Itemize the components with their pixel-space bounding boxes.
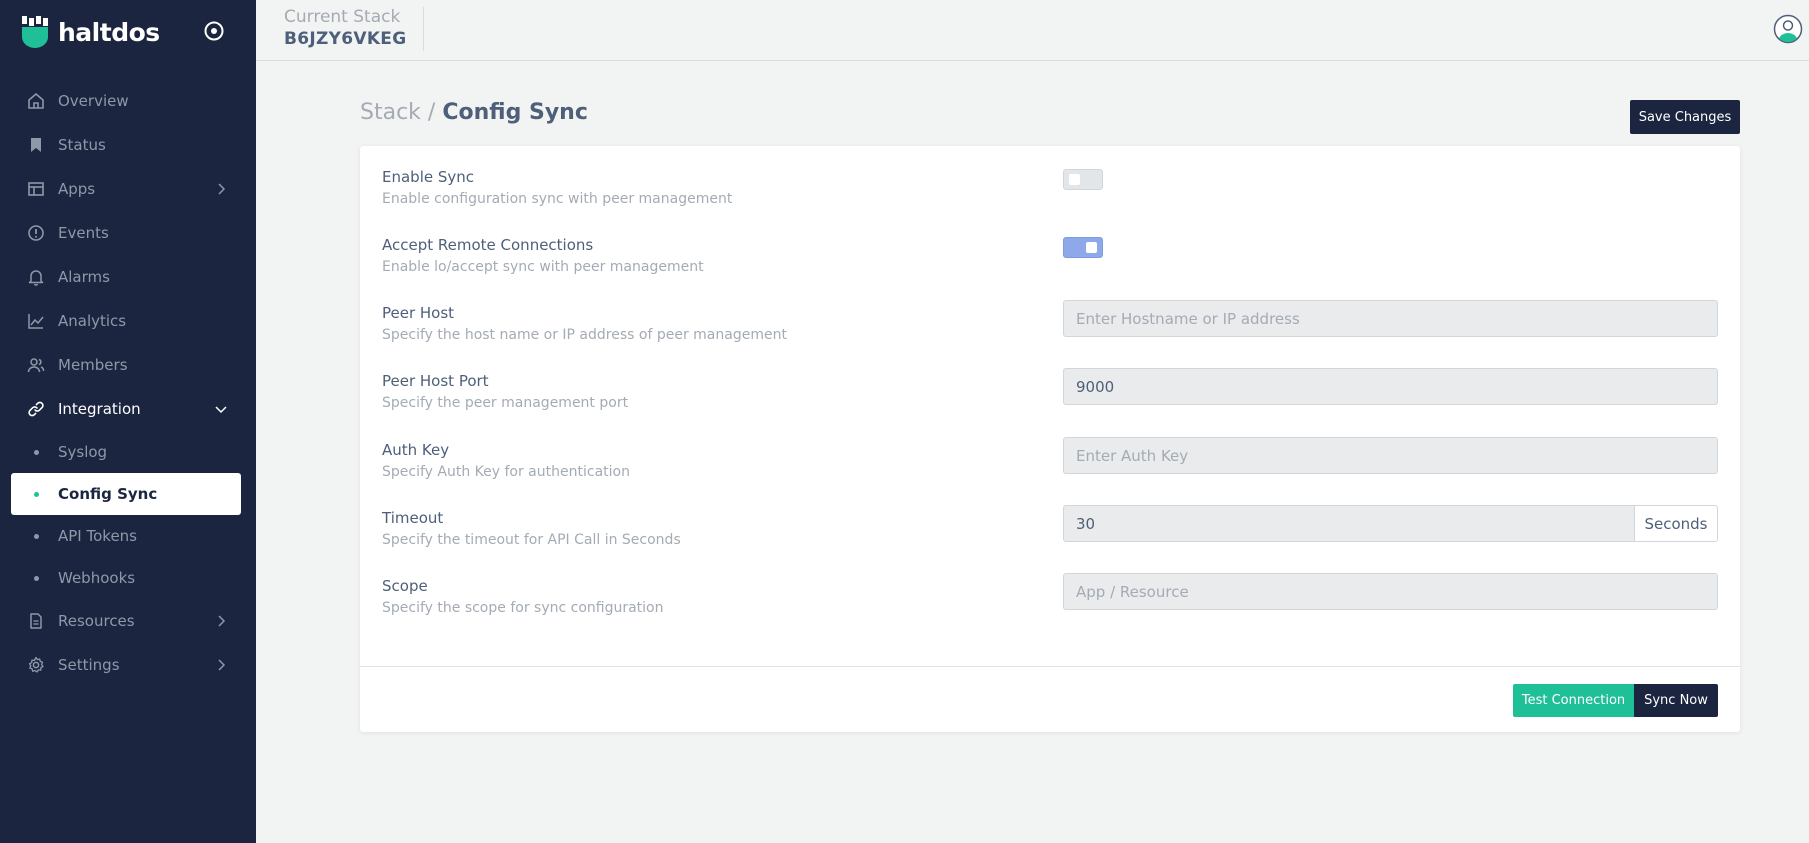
field-description: Specify the scope for sync configuration — [382, 600, 664, 616]
bookmark-icon — [31, 138, 41, 152]
sidebar-item-label: Analytics — [58, 312, 127, 330]
sidebar-item-label: Status — [58, 136, 106, 154]
chevron-down-icon — [215, 406, 227, 414]
sidebar-item-apps[interactable]: Apps — [0, 167, 256, 211]
accept-remote-row: Accept Remote Connections Enable lo/acce… — [382, 214, 1718, 275]
users-icon — [27, 358, 45, 373]
sidebar-item-integration[interactable]: Integration — [0, 387, 256, 431]
brand-logo[interactable]: haltdos — [20, 14, 160, 50]
field-description: Specify the peer management port — [382, 395, 629, 411]
sidebar-item-alarms[interactable]: Alarms — [0, 255, 256, 299]
link-icon — [28, 401, 44, 417]
field-label: Accept Remote Connections — [382, 236, 594, 254]
alert-circle-icon — [28, 225, 44, 241]
sidebar-item-status[interactable]: Status — [0, 123, 256, 167]
test-connection-button[interactable]: Test Connection — [1513, 684, 1634, 717]
sidebar-subitem-label: API Tokens — [58, 527, 137, 545]
field-label: Scope — [382, 577, 428, 595]
sidebar-item-label: Overview — [58, 92, 129, 110]
field-description: Specify Auth Key for authentication — [382, 464, 630, 480]
peer-port-row: Peer Host Port Specify the peer manageme… — [382, 350, 1718, 411]
sidebar-item-label: Alarms — [58, 268, 110, 286]
sidebar-subitem-api-tokens[interactable]: API Tokens — [0, 515, 256, 557]
layout-icon — [28, 182, 44, 196]
enable-sync-row: Enable Sync Enable configuration sync wi… — [382, 146, 1718, 207]
sidebar-item-label: Members — [58, 356, 128, 374]
current-stack-id[interactable]: B6JZY6VKEG — [284, 29, 406, 49]
peer-host-input[interactable] — [1063, 300, 1718, 337]
sidebar-item-label: Settings — [58, 656, 120, 674]
sidebar-item-label: Events — [58, 224, 109, 242]
sidebar-item-overview[interactable]: Overview — [0, 79, 256, 123]
breadcrumb-parent[interactable]: Stack — [360, 100, 421, 125]
timeout-row: Timeout Specify the timeout for API Call… — [382, 487, 1718, 548]
sidebar-subitem-webhooks[interactable]: Webhooks — [0, 557, 256, 599]
sidebar-nav: Overview Status Apps Events Alarms Analy… — [0, 79, 256, 687]
auth-key-row: Auth Key Specify Auth Key for authentica… — [382, 419, 1718, 480]
sidebar-subitem-config-sync[interactable]: Config Sync — [11, 473, 241, 515]
config-sync-card: Enable Sync Enable configuration sync wi… — [360, 146, 1740, 732]
user-avatar-icon[interactable] — [1773, 14, 1803, 44]
sidebar-subitem-syslog[interactable]: Syslog — [0, 431, 256, 473]
bullet-dot-icon — [34, 492, 39, 497]
breadcrumb: Stack / Config Sync — [360, 100, 588, 125]
timeout-unit-addon: Seconds — [1635, 505, 1718, 542]
scope-row: Scope Specify the scope for sync configu… — [382, 555, 1718, 616]
chevron-right-icon — [218, 615, 226, 627]
current-stack-label: Current Stack — [284, 7, 401, 27]
field-label: Peer Host Port — [382, 372, 489, 390]
field-description: Specify the host name or IP address of p… — [382, 327, 787, 343]
chevron-right-icon — [218, 183, 226, 195]
save-changes-button[interactable]: Save Changes — [1630, 100, 1740, 134]
auth-key-input[interactable] — [1063, 437, 1718, 474]
sidebar: haltdos Overview Status Apps Events Alar… — [0, 0, 256, 843]
sidebar-item-analytics[interactable]: Analytics — [0, 299, 256, 343]
sidebar-item-label: Apps — [58, 180, 96, 198]
field-label: Timeout — [382, 509, 444, 527]
bullet-dot-icon — [34, 450, 39, 455]
peer-port-input[interactable] — [1063, 368, 1718, 405]
field-label: Auth Key — [382, 441, 450, 459]
bullet-dot-icon — [34, 576, 39, 581]
enable-sync-toggle[interactable] — [1063, 169, 1103, 190]
chart-line-icon — [28, 314, 44, 329]
sidebar-subitem-label: Config Sync — [58, 485, 158, 503]
sync-now-button[interactable]: Sync Now — [1634, 684, 1718, 717]
timeout-input[interactable] — [1063, 505, 1635, 542]
field-label: Enable Sync — [382, 168, 475, 186]
field-label: Peer Host — [382, 304, 455, 322]
sidebar-item-members[interactable]: Members — [0, 343, 256, 387]
brand-name: haltdos — [58, 17, 160, 47]
field-description: Specify the timeout for API Call in Seco… — [382, 532, 681, 548]
top-bar: Current Stack B6JZY6VKEG — [256, 0, 1809, 61]
sidebar-subitem-label: Webhooks — [58, 569, 136, 587]
peer-host-row: Peer Host Specify the host name or IP ad… — [382, 282, 1718, 343]
sidebar-item-settings[interactable]: Settings — [0, 643, 256, 687]
divider — [423, 7, 424, 51]
toggle-knob — [1069, 174, 1080, 185]
scope-input[interactable] — [1063, 573, 1718, 610]
sidebar-item-label: Resources — [58, 612, 135, 630]
sidebar-item-events[interactable]: Events — [0, 211, 256, 255]
bullet-dot-icon — [34, 534, 39, 539]
sidebar-item-resources[interactable]: Resources — [0, 599, 256, 643]
sidebar-subitem-label: Syslog — [58, 443, 108, 461]
bell-icon — [28, 270, 44, 286]
field-description: Enable configuration sync with peer mana… — [382, 191, 733, 207]
home-icon — [28, 93, 44, 109]
logo-mark-icon — [22, 16, 48, 48]
accept-remote-toggle[interactable] — [1063, 237, 1103, 258]
sidebar-toggle-icon[interactable] — [203, 20, 225, 42]
breadcrumb-separator: / — [427, 100, 436, 125]
field-description: Enable lo/accept sync with peer manageme… — [382, 259, 704, 275]
file-icon — [30, 613, 42, 629]
toggle-knob — [1086, 242, 1097, 253]
page-title: Config Sync — [442, 100, 588, 125]
card-footer-divider — [360, 666, 1740, 667]
gear-icon — [28, 656, 44, 673]
chevron-right-icon — [218, 659, 226, 671]
sidebar-item-label: Integration — [58, 400, 141, 418]
